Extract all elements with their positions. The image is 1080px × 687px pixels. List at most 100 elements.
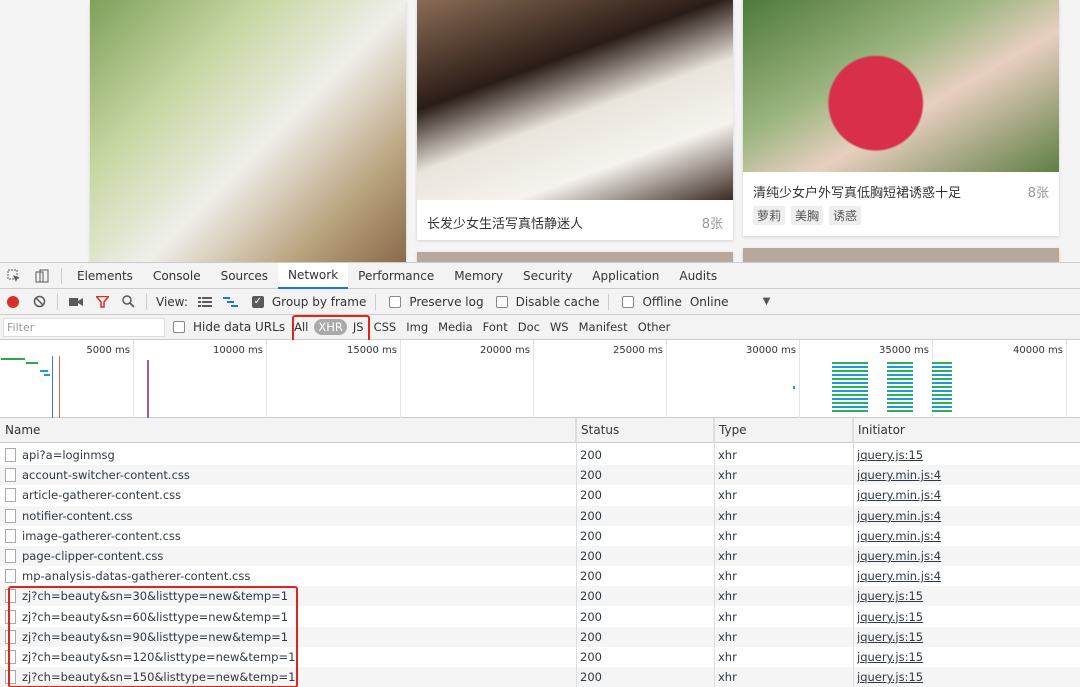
filter-type-other[interactable]: Other	[634, 319, 675, 335]
request-initiator-link[interactable]: jquery.js:15	[857, 647, 1077, 667]
request-initiator-link[interactable]: jquery.js:15	[857, 445, 1077, 465]
photo-card[interactable]	[417, 252, 733, 262]
group-by-frame-option[interactable]: ✓ Group by frame	[244, 295, 370, 309]
tab-performance[interactable]: Performance	[348, 263, 444, 289]
filter-type-all[interactable]: All	[290, 319, 312, 335]
tab-elements[interactable]: Elements	[67, 263, 143, 289]
filter-type-css[interactable]: CSS	[370, 319, 401, 335]
device-toolbar-icon[interactable]	[28, 263, 56, 289]
column-header-name[interactable]: Name	[0, 418, 576, 443]
request-name-cell[interactable]: page-clipper-content.css	[5, 546, 575, 566]
request-initiator-link[interactable]: jquery.js:15	[857, 607, 1077, 627]
table-row[interactable]: mp-analysis-datas-gatherer-content.css 20…	[0, 566, 1080, 586]
tab-sources[interactable]: Sources	[211, 263, 278, 289]
tab-console[interactable]: Console	[143, 263, 211, 289]
group-by-frame-checkbox[interactable]: ✓	[251, 295, 264, 308]
request-initiator-link[interactable]: jquery.min.js:4	[857, 566, 1077, 586]
column-header-initiator[interactable]: Initiator	[853, 418, 1080, 443]
record-button[interactable]	[0, 289, 26, 315]
tag[interactable]: 美胸	[791, 206, 824, 225]
filter-type-manifest[interactable]: Manifest	[575, 319, 632, 335]
request-initiator-link[interactable]: jquery.js:15	[857, 627, 1077, 647]
tag[interactable]: 萝莉	[753, 206, 786, 225]
table-row[interactable]: page-clipper-content.css 200 xhr jquery.min…	[0, 546, 1080, 566]
chevron-down-icon[interactable]: ▼	[763, 296, 771, 307]
table-row[interactable]: article-gatherer-content.css 200 xhr jquery…	[0, 485, 1080, 505]
photo-card[interactable]: 长发少女生活写真恬静迷人 8张	[417, 0, 733, 240]
tab-memory[interactable]: Memory	[444, 263, 513, 289]
request-name-cell[interactable]: article-gatherer-content.css	[5, 485, 575, 505]
capture-screenshots-button[interactable]	[63, 289, 89, 315]
show-overview-button[interactable]	[218, 289, 244, 315]
hide-data-urls-checkbox[interactable]	[173, 321, 185, 333]
preserve-log-checkbox[interactable]	[389, 295, 402, 308]
request-name-cell[interactable]: zj?ch=beauty&sn=60&listtype=new&temp=1	[5, 607, 575, 627]
time-tick: 40000 ms	[1013, 345, 1063, 356]
card-photo[interactable]	[417, 252, 733, 262]
card-photo[interactable]	[417, 0, 733, 200]
offline-option[interactable]: Offline	[614, 295, 685, 309]
request-initiator-link[interactable]: jquery.min.js:4	[857, 465, 1077, 485]
table-row[interactable]: api?a=loginmsg 200 xhr jquery.js:15	[0, 445, 1080, 465]
request-initiator-link[interactable]: jquery.js:15	[857, 586, 1077, 606]
preserve-log-option[interactable]: Preserve log	[381, 295, 487, 309]
filter-type-ws[interactable]: WS	[546, 319, 573, 335]
request-initiator-link[interactable]: jquery.js:15	[857, 667, 1077, 687]
request-name-cell[interactable]: image-gatherer-content.css	[5, 526, 575, 546]
table-row[interactable]: zj?ch=beauty&sn=120&listtype=new&temp=1 2…	[0, 647, 1080, 667]
card-title[interactable]: 清纯少女户外写真低胸短裙诱惑十足	[753, 182, 961, 201]
filter-type-xhr[interactable]: XHR	[314, 319, 347, 335]
request-name-cell[interactable]: notifier-content.css	[5, 506, 575, 526]
table-row[interactable]: notifier-content.css 200 xhr jquery.min.js:…	[0, 505, 1080, 526]
filter-type-doc[interactable]: Doc	[514, 319, 544, 335]
request-name-cell[interactable]: zj?ch=beauty&sn=90&listtype=new&temp=1	[5, 627, 575, 647]
search-button[interactable]	[115, 289, 141, 315]
hide-data-urls-option[interactable]: Hide data URLs	[165, 320, 289, 334]
request-name-cell[interactable]: mp-analysis-datas-gatherer-content.css	[5, 566, 575, 586]
request-name-cell[interactable]: zj?ch=beauty&sn=150&listtype=new&temp=1	[5, 667, 575, 687]
offline-checkbox[interactable]	[622, 295, 635, 308]
tag[interactable]: 诱惑	[829, 206, 862, 225]
table-row[interactable]: zj?ch=beauty&sn=150&listtype=new&temp=1 2…	[0, 667, 1080, 687]
table-row[interactable]: account-switcher-content.css 200 xhr jquery…	[0, 465, 1080, 486]
request-name-cell[interactable]: zj?ch=beauty&sn=120&listtype=new&temp=1	[5, 647, 575, 667]
filter-type-media[interactable]: Media	[434, 319, 477, 335]
filter-type-img[interactable]: Img	[402, 319, 432, 335]
photo-card[interactable]: 清纯少女户外写真低胸短裙诱惑十足 8张 萝莉 美胸 诱惑	[743, 0, 1059, 236]
throttling-select[interactable]: Online	[690, 295, 729, 309]
table-row[interactable]: zj?ch=beauty&sn=30&listtype=new&temp=1 20…	[0, 586, 1080, 607]
table-row[interactable]: image-gatherer-content.css 200 xhr jquery.m…	[0, 526, 1080, 546]
disable-cache-checkbox[interactable]	[495, 295, 508, 308]
tab-security[interactable]: Security	[513, 263, 582, 289]
request-name-cell[interactable]: account-switcher-content.css	[5, 465, 575, 485]
card-photo[interactable]	[743, 0, 1059, 172]
request-name-cell[interactable]: api?a=loginmsg	[5, 445, 575, 465]
photo-card[interactable]	[90, 0, 406, 262]
column-header-status[interactable]: Status	[576, 418, 714, 443]
request-initiator-link[interactable]: jquery.min.js:4	[857, 485, 1077, 505]
request-initiator-link[interactable]: jquery.min.js:4	[857, 506, 1077, 526]
filter-type-font[interactable]: Font	[479, 319, 512, 335]
large-request-rows-button[interactable]	[192, 289, 218, 315]
inspect-element-icon[interactable]	[0, 263, 28, 289]
filter-type-js[interactable]: JS	[349, 319, 368, 335]
disable-cache-option[interactable]: Disable cache	[488, 295, 604, 309]
tab-application[interactable]: Application	[582, 263, 669, 289]
request-name-cell[interactable]: zj?ch=beauty&sn=30&listtype=new&temp=1	[5, 586, 575, 606]
tab-audits[interactable]: Audits	[669, 263, 727, 289]
card-title[interactable]: 长发少女生活写真恬静迷人	[427, 213, 583, 232]
card-photo[interactable]	[90, 0, 406, 262]
clear-button[interactable]	[26, 289, 52, 315]
request-initiator-link[interactable]: jquery.min.js:4	[857, 546, 1077, 566]
photo-card[interactable]	[743, 248, 1059, 262]
divider	[608, 293, 610, 310]
request-initiator-link[interactable]: jquery.min.js:4	[857, 526, 1077, 546]
network-overview[interactable]: 5000 ms 10000 ms 15000 ms 20000 ms 25000…	[0, 340, 1080, 418]
table-row[interactable]: zj?ch=beauty&sn=60&listtype=new&temp=1 20…	[0, 607, 1080, 627]
card-photo[interactable]	[743, 248, 1059, 262]
table-row[interactable]: zj?ch=beauty&sn=90&listtype=new&temp=1 20…	[0, 626, 1080, 647]
column-header-type[interactable]: Type	[714, 418, 853, 443]
filter-input[interactable]	[3, 317, 165, 337]
tab-network[interactable]: Network	[278, 262, 349, 289]
filter-toggle-button[interactable]	[89, 289, 115, 315]
